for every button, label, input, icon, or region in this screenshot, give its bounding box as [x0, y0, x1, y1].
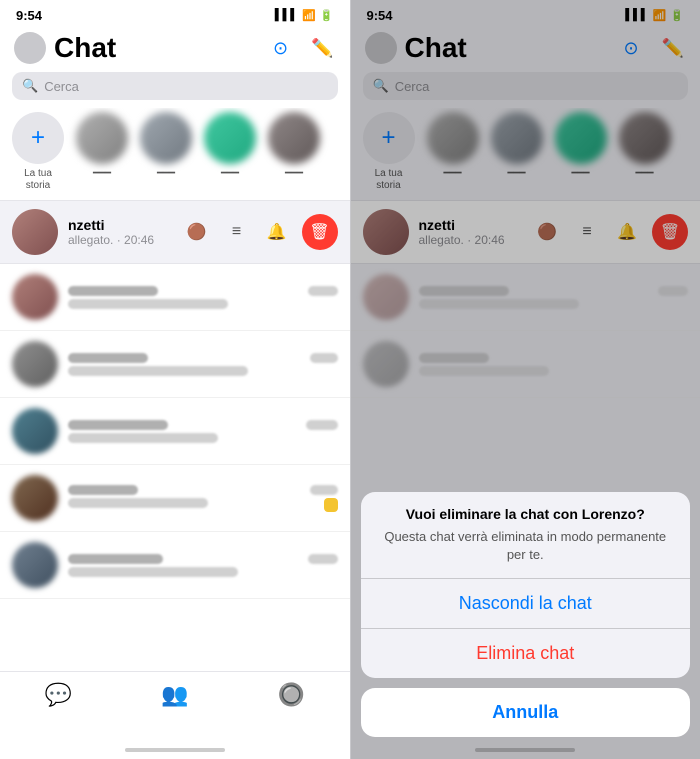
signal-icon: ▌▌▌ [275, 9, 298, 21]
chat-time-5 [308, 554, 338, 564]
story-2[interactable]: ━━━ [140, 112, 192, 192]
chat-list-left [0, 264, 350, 671]
stories-row-left: + La tuastoria ━━━ ━━━ ━━━ ━━━ [0, 108, 350, 200]
chat-item-2[interactable] [0, 331, 350, 398]
compose-tab-icon: 🔘 [278, 682, 305, 708]
swipe-name: nzetti [68, 217, 182, 233]
page-title-left: Chat [54, 32, 116, 64]
chat-info-4 [68, 485, 338, 512]
tab-bar-left: 💬 👥 🔘 [0, 671, 350, 741]
action-sheet: Vuoi eliminare la chat con Lorenzo? Ques… [361, 492, 691, 737]
cancel-button[interactable]: Annulla [361, 688, 691, 737]
compose-button-left[interactable]: ✏️ [310, 35, 336, 61]
tab-chat[interactable]: 💬 [45, 682, 72, 708]
swipe-row-left[interactable]: nzetti allegato. · 20:46 🟤 ≡ 🔔 🗑 [0, 201, 350, 264]
story-4[interactable]: ━━━ [268, 112, 320, 192]
emoji-action-icon[interactable]: 🟤 [182, 217, 212, 247]
swipe-actions: 🟤 ≡ 🔔 🗑 [182, 214, 338, 250]
chat-item-4[interactable] [0, 465, 350, 532]
story-label-2: ━━━ [157, 168, 175, 180]
delete-chat-button[interactable]: Elimina chat [361, 629, 691, 678]
story-3[interactable]: ━━━ [204, 112, 256, 192]
story-label-1: ━━━ [93, 168, 111, 180]
chat-name-2 [68, 353, 148, 363]
action-sheet-cancel: Annulla [361, 688, 691, 737]
search-bar-left[interactable]: 🔍 Cerca [12, 72, 338, 100]
chat-avatar-3 [12, 408, 58, 454]
search-icon-left: 🔍 [22, 78, 38, 94]
profile-avatar-left[interactable] [14, 32, 46, 64]
header-left: Chat ⊙ ✏️ [0, 28, 350, 72]
header-left-content: Chat [14, 32, 116, 64]
story-1[interactable]: ━━━ [76, 112, 128, 192]
action-sheet-main: Vuoi eliminare la chat con Lorenzo? Ques… [361, 492, 691, 678]
chat-preview-5 [68, 567, 238, 577]
battery-icon: 🔋 [320, 9, 334, 22]
delete-action-btn[interactable]: 🗑 [302, 214, 338, 250]
time-left: 9:54 [16, 8, 42, 23]
chat-avatar-2 [12, 341, 58, 387]
chat-preview-1 [68, 299, 228, 309]
story-avatar-1 [76, 112, 128, 164]
chat-item-1[interactable] [0, 264, 350, 331]
add-story-btn[interactable]: + [12, 112, 64, 164]
chat-time-2 [310, 353, 338, 363]
chat-avatar-1 [12, 274, 58, 320]
chat-time-4 [310, 485, 338, 495]
story-avatar-2 [140, 112, 192, 164]
story-label-4: ━━━ [285, 168, 303, 180]
chat-time-1 [308, 286, 338, 296]
swipe-avatar [12, 209, 58, 255]
wifi-icon: 📶 [302, 9, 316, 22]
chat-info-5 [68, 554, 338, 577]
chat-avatar-4 [12, 475, 58, 521]
tab-compose[interactable]: 🔘 [278, 682, 305, 708]
unread-badge-4 [324, 498, 338, 512]
chat-name-4 [68, 485, 138, 495]
left-panel: 9:54 ▌▌▌ 📶 🔋 Chat ⊙ ✏️ 🔍 Cerca + La tuas… [0, 0, 350, 759]
swipe-info: nzetti allegato. · 20:46 [68, 217, 182, 247]
chat-name-5 [68, 554, 163, 564]
camera-button-left[interactable]: ⊙ [268, 35, 294, 61]
chat-tab-icon: 💬 [45, 682, 72, 708]
bell-action-icon[interactable]: 🔔 [262, 217, 292, 247]
hide-chat-button[interactable]: Nascondi la chat [361, 579, 691, 628]
swipe-sub: allegato. · 20:46 [68, 233, 182, 247]
chat-preview-3 [68, 433, 218, 443]
story-label-3: ━━━ [221, 168, 239, 180]
add-story-label: La tuastoria [24, 168, 52, 192]
header-icons-left: ⊙ ✏️ [268, 35, 336, 61]
action-sheet-title: Vuoi eliminare la chat con Lorenzo? [361, 492, 691, 528]
chat-time-3 [306, 420, 338, 430]
home-bar-left [125, 748, 225, 752]
search-placeholder-left: Cerca [44, 79, 79, 94]
chat-preview-4 [68, 498, 208, 508]
chat-avatar-5 [12, 542, 58, 588]
chat-info-3 [68, 420, 338, 443]
right-panel: 9:54 ▌▌▌ 📶 🔋 Chat ⊙ ✏️ 🔍 Cerca + La tuas… [351, 0, 700, 759]
tab-people[interactable]: 👥 [161, 682, 188, 708]
status-bar-left: 9:54 ▌▌▌ 📶 🔋 [0, 0, 350, 28]
story-avatar-3 [204, 112, 256, 164]
menu-action-icon[interactable]: ≡ [222, 217, 252, 247]
home-indicator-left [0, 741, 350, 759]
chat-info-2 [68, 353, 338, 376]
people-tab-icon: 👥 [161, 682, 188, 708]
chat-preview-2 [68, 366, 248, 376]
chat-item-3[interactable] [0, 398, 350, 465]
action-sheet-subtitle: Questa chat verrà eliminata in modo perm… [361, 528, 691, 578]
chat-item-5[interactable] [0, 532, 350, 599]
chat-info-1 [68, 286, 338, 309]
swipe-row-content: nzetti allegato. · 20:46 [12, 209, 182, 255]
chat-name-3 [68, 420, 168, 430]
story-avatar-4 [268, 112, 320, 164]
status-icons-left: ▌▌▌ 📶 🔋 [275, 9, 334, 22]
story-add[interactable]: + La tuastoria [12, 112, 64, 192]
chat-name-1 [68, 286, 158, 296]
